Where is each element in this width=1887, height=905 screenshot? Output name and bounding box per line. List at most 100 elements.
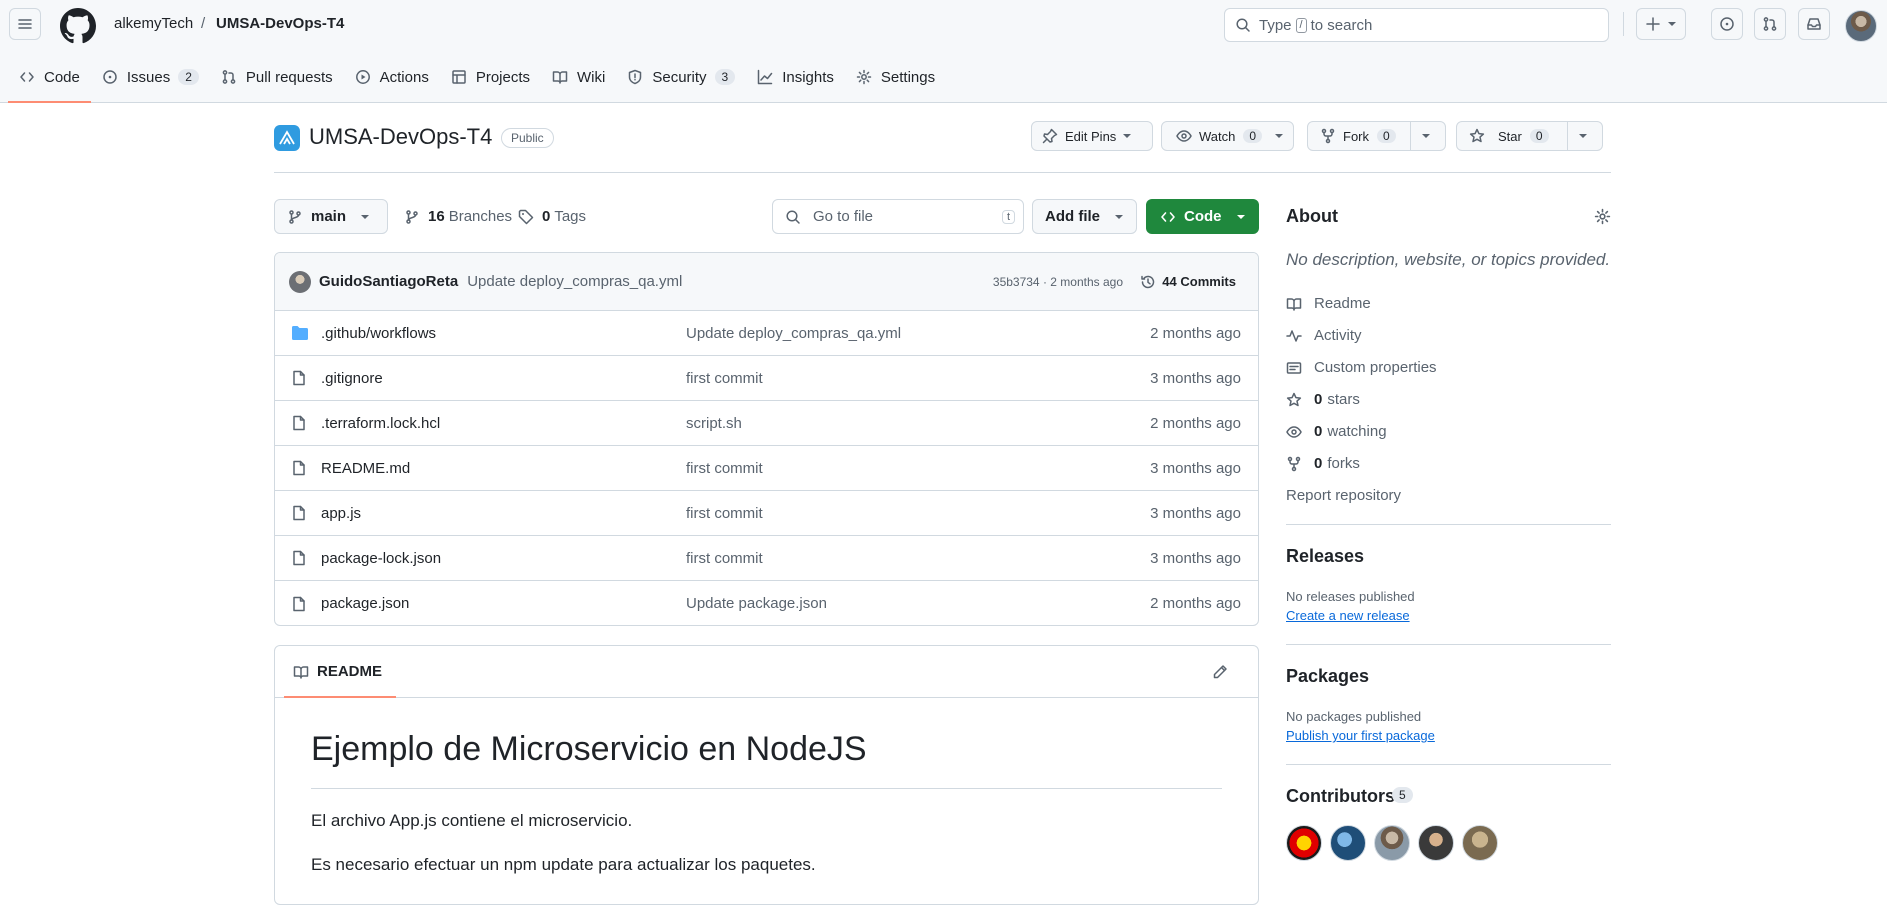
github-logo-icon[interactable] <box>60 8 96 44</box>
edit-pins-button[interactable]: Edit Pins <box>1031 121 1153 151</box>
file-row[interactable]: .terraform.lock.hcl script.sh 2 months a… <box>275 401 1258 446</box>
file-icon <box>293 370 305 386</box>
report-repository-link[interactable]: Report repository <box>1286 487 1401 504</box>
watch-count: 0 <box>1243 129 1263 143</box>
readme-panel: README Ejemplo de Microservicio en NodeJ… <box>274 645 1259 905</box>
contributor-avatar[interactable] <box>1462 825 1498 861</box>
alkemy-logo-icon <box>279 130 295 145</box>
file-commit-message[interactable]: first commit <box>686 550 763 567</box>
fork-label: Fork <box>1343 128 1369 144</box>
commit-author-avatar[interactable] <box>289 270 311 293</box>
file-name[interactable]: package.json <box>321 595 409 612</box>
custom-properties-link[interactable]: Custom properties <box>1286 359 1437 376</box>
publish-package-link[interactable]: Publish your first package <box>1286 728 1435 743</box>
branch-select-button[interactable]: main <box>274 199 388 234</box>
inbox-icon <box>1807 18 1821 30</box>
tab-wiki[interactable]: Wiki <box>541 62 616 92</box>
file-name[interactable]: app.js <box>321 505 361 522</box>
tab-label: Insights <box>782 68 834 86</box>
tab-insights[interactable]: Insights <box>746 62 845 92</box>
tab-projects[interactable]: Projects <box>440 62 541 92</box>
tab-issues[interactable]: Issues 2 <box>91 62 210 92</box>
tab-actions[interactable]: Actions <box>344 62 440 92</box>
global-header: alkemyTech / UMSA-DevOps-T4 Type / to se… <box>0 0 1887 103</box>
add-file-label: Add file <box>1045 208 1100 225</box>
readme-tab[interactable]: README <box>275 646 1258 698</box>
star-button[interactable]: Star 0 <box>1456 121 1603 151</box>
sidebar-divider <box>1286 764 1611 765</box>
file-row[interactable]: .github/workflows Update deploy_compras_… <box>275 311 1258 356</box>
fork-dropdown[interactable] <box>1410 122 1441 150</box>
breadcrumb-repo[interactable]: UMSA-DevOps-T4 <box>216 15 344 32</box>
tab-label: Issues <box>126 68 171 86</box>
file-row[interactable]: package.json Update package.json 2 month… <box>275 581 1258 625</box>
file-name[interactable]: .github/workflows <box>321 325 436 342</box>
readme-tab-underline <box>284 696 396 698</box>
readme-link[interactable]: Readme <box>1286 295 1371 312</box>
tags-count: 0 <box>542 208 551 225</box>
breadcrumb-owner[interactable]: alkemyTech <box>114 15 193 32</box>
file-row[interactable]: .gitignore first commit 3 months ago <box>275 356 1258 401</box>
file-browser: GuidoSantiagoReta Update deploy_compras_… <box>274 252 1259 626</box>
edit-pins-label: Edit Pins <box>1065 128 1117 144</box>
inbox-button[interactable] <box>1798 8 1830 40</box>
user-avatar[interactable] <box>1845 10 1877 42</box>
commit-author[interactable]: GuidoSantiagoReta <box>319 273 458 290</box>
report-repository-label: Report repository <box>1286 487 1402 504</box>
create-new-button[interactable] <box>1636 8 1686 40</box>
gear-icon[interactable] <box>1594 208 1611 225</box>
releases-heading[interactable]: Releases <box>1286 546 1364 567</box>
search-input[interactable]: Type / to search <box>1224 8 1609 42</box>
commits-link[interactable]: 44 Commits <box>1140 274 1236 290</box>
pencil-icon[interactable] <box>1212 664 1228 680</box>
graph-icon <box>757 69 773 85</box>
fork-button[interactable]: Fork 0 <box>1307 121 1446 151</box>
file-row[interactable]: package-lock.json first commit 3 months … <box>275 536 1258 581</box>
repo-title[interactable]: UMSA-DevOps-T4 <box>309 124 492 150</box>
file-row[interactable]: README.md first commit 3 months ago <box>275 446 1258 491</box>
file-name[interactable]: .terraform.lock.hcl <box>321 415 440 432</box>
contributor-avatar[interactable] <box>1418 825 1454 861</box>
issues-button[interactable] <box>1711 8 1743 40</box>
file-row[interactable]: app.js first commit 3 months ago <box>275 491 1258 536</box>
repo-owner-avatar[interactable] <box>274 125 300 151</box>
watching-link[interactable]: 0 watching <box>1286 423 1387 440</box>
commit-message[interactable]: Update deploy_compras_qa.yml <box>467 273 682 290</box>
file-commit-message[interactable]: Update package.json <box>686 595 827 612</box>
contributors-heading[interactable]: Contributors <box>1286 786 1395 807</box>
file-commit-message[interactable]: script.sh <box>686 415 742 432</box>
create-release-link[interactable]: Create a new release <box>1286 608 1410 623</box>
tab-security[interactable]: Security 3 <box>616 62 746 92</box>
menu-button[interactable] <box>9 8 41 40</box>
file-name[interactable]: package-lock.json <box>321 550 441 567</box>
activity-link[interactable]: Activity <box>1286 327 1362 344</box>
forks-link[interactable]: 0 forks <box>1286 455 1360 472</box>
go-to-file-input[interactable]: Go to file t <box>772 199 1024 234</box>
packages-heading[interactable]: Packages <box>1286 666 1369 687</box>
tab-settings[interactable]: Settings <box>845 62 946 92</box>
tab-code[interactable]: Code <box>8 62 91 103</box>
contributor-avatar[interactable] <box>1286 825 1322 861</box>
tab-label: Code <box>44 68 80 86</box>
file-name[interactable]: README.md <box>321 460 410 477</box>
add-file-button[interactable]: Add file <box>1032 199 1137 234</box>
file-commit-message[interactable]: first commit <box>686 505 763 522</box>
watch-button[interactable]: Watch 0 <box>1161 121 1294 151</box>
contributor-avatar[interactable] <box>1330 825 1366 861</box>
contributors-count: 5 <box>1392 787 1413 803</box>
file-commit-message[interactable]: first commit <box>686 370 763 387</box>
code-button[interactable]: Code <box>1146 199 1259 234</box>
stars-link[interactable]: 0 stars <box>1286 391 1360 408</box>
tab-pull-requests[interactable]: Pull requests <box>210 62 344 92</box>
tags-link[interactable]: 0 Tags <box>518 208 586 225</box>
commit-sha-time[interactable]: 35b3734 · 2 months ago <box>993 275 1123 289</box>
contributor-avatar[interactable] <box>1374 825 1410 861</box>
branches-link[interactable]: 16 Branches <box>404 208 512 225</box>
file-commit-message[interactable]: first commit <box>686 460 763 477</box>
file-name[interactable]: .gitignore <box>321 370 383 387</box>
pull-requests-button[interactable] <box>1754 8 1786 40</box>
file-commit-message[interactable]: Update deploy_compras_qa.yml <box>686 325 901 342</box>
code-icon <box>20 72 34 82</box>
folder-icon <box>292 326 308 340</box>
star-dropdown[interactable] <box>1567 122 1598 150</box>
